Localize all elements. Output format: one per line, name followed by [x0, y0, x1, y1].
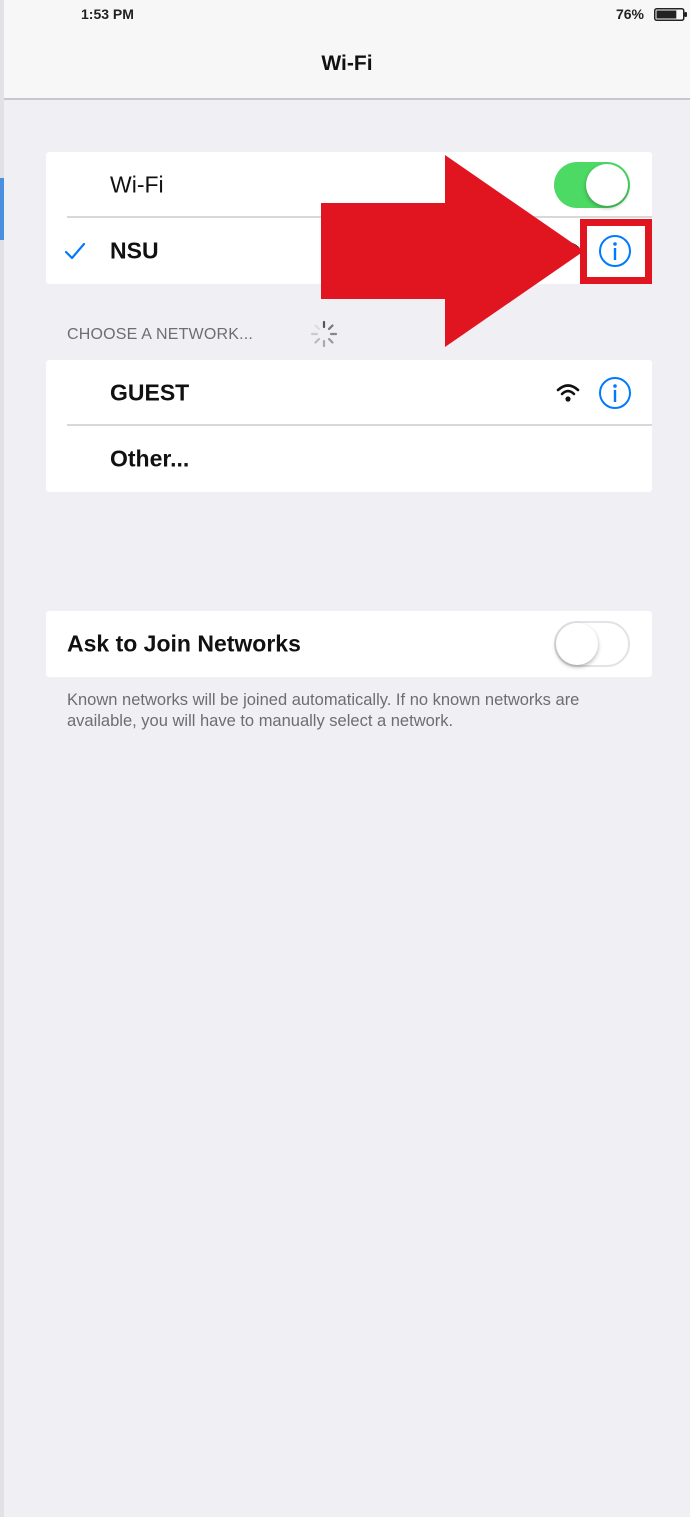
other-network-label: Other...: [110, 445, 190, 472]
battery-percent: 76%: [615, 6, 644, 22]
network-name: GUEST: [110, 379, 190, 406]
connected-network-name: NSU: [110, 237, 159, 264]
status-time: 1:53 PM: [81, 6, 134, 22]
ask-to-join-row: Ask to Join Networks: [46, 611, 652, 677]
ask-to-join-footer: Known networks will be joined automatica…: [67, 691, 580, 730]
annotation-highlight-box: [580, 219, 652, 284]
section-header: CHOOSE A NETWORK...: [67, 326, 254, 343]
page-title: Wi-Fi: [321, 52, 373, 75]
checkmark-icon: [64, 242, 86, 260]
ask-to-join-toggle[interactable]: [554, 621, 630, 667]
toggle-knob: [586, 164, 628, 206]
other-network-row[interactable]: Other...: [46, 426, 652, 492]
info-icon[interactable]: [598, 376, 632, 410]
network-row-guest[interactable]: GUEST: [46, 360, 652, 426]
ask-to-join-label: Ask to Join Networks: [67, 630, 301, 657]
wifi-toggle-label: Wi-Fi: [110, 171, 164, 198]
toggle-knob: [556, 623, 598, 665]
ask-to-join-group: Ask to Join Networks: [46, 611, 652, 677]
battery-icon: [654, 8, 687, 21]
left-edge-accent: [0, 178, 4, 240]
navigation-bar: 1:53 PM 76% Wi-Fi: [4, 0, 690, 100]
annotation-arrow: [321, 155, 584, 347]
wifi-signal-icon: [556, 384, 580, 402]
network-list-group: GUEST Other...: [46, 360, 652, 492]
